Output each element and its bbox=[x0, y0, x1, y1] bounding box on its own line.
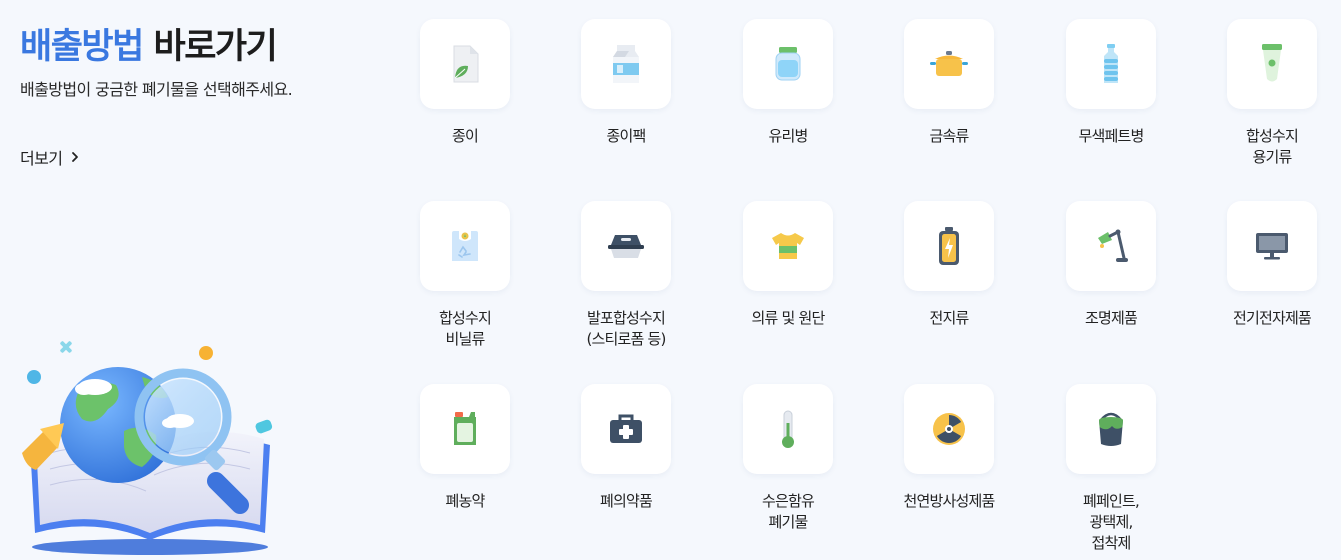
category-paper[interactable]: 종이 bbox=[395, 19, 535, 147]
category-styrofoam[interactable]: 발포합성수지 (스티로폼 등) bbox=[556, 201, 696, 350]
desk-lamp-icon bbox=[1098, 229, 1128, 262]
category-medicine[interactable]: 폐의약품 bbox=[556, 384, 696, 512]
category-card bbox=[904, 201, 994, 291]
category-label: 폐페인트, 광택제, 접착제 bbox=[1083, 492, 1140, 552]
category-grid: 종이 종이팩 유리병 금속류 무색페트병 합성수지 용기류 합성수지 비닐류 발… bbox=[0, 0, 1341, 560]
category-card bbox=[1066, 19, 1156, 109]
category-label: 종이팩 bbox=[606, 127, 646, 145]
radiation-icon bbox=[933, 413, 965, 445]
category-label: 수은함유 폐기물 bbox=[761, 492, 815, 531]
category-card bbox=[581, 19, 671, 109]
category-label: 조명제품 bbox=[1084, 309, 1138, 327]
thermometer-icon bbox=[782, 410, 794, 448]
medicine-kit-icon bbox=[610, 414, 642, 443]
category-label: 천연방사성제품 bbox=[903, 492, 995, 510]
category-card bbox=[1066, 201, 1156, 291]
category-card bbox=[1227, 201, 1317, 291]
category-label: 종이 bbox=[451, 127, 479, 145]
category-pesticide[interactable]: 폐농약 bbox=[395, 384, 535, 512]
category-card bbox=[743, 19, 833, 109]
plastic-bag-icon bbox=[452, 231, 478, 261]
category-lighting[interactable]: 조명제품 bbox=[1041, 201, 1181, 329]
category-battery[interactable]: 전지류 bbox=[879, 201, 1019, 329]
category-radioactive[interactable]: 천연방사성제품 bbox=[879, 384, 1019, 512]
battery-icon bbox=[939, 227, 959, 265]
category-label: 합성수지 용기류 bbox=[1245, 127, 1299, 166]
category-label: 합성수지 비닐류 bbox=[438, 309, 492, 348]
category-paint[interactable]: 폐페인트, 광택제, 접착제 bbox=[1041, 384, 1181, 554]
category-card bbox=[904, 19, 994, 109]
metal-pot-icon bbox=[930, 51, 968, 76]
glass-jar-icon bbox=[775, 47, 801, 81]
monitor-icon bbox=[1256, 233, 1288, 260]
pesticide-bottle-icon bbox=[454, 412, 476, 445]
category-pet-bottle[interactable]: 무색페트병 bbox=[1041, 19, 1181, 147]
category-label: 폐의약품 bbox=[599, 492, 653, 510]
category-card bbox=[743, 201, 833, 291]
category-card bbox=[420, 201, 510, 291]
category-card bbox=[743, 384, 833, 474]
styrofoam-box-icon bbox=[608, 235, 644, 258]
category-paper-pack[interactable]: 종이팩 bbox=[556, 19, 696, 147]
category-electronics[interactable]: 전기전자제품 bbox=[1202, 201, 1341, 329]
category-label: 발포합성수지 (스티로폼 등) bbox=[586, 309, 666, 348]
category-plastic-container[interactable]: 합성수지 용기류 bbox=[1202, 19, 1341, 168]
plastic-tube-icon bbox=[1262, 44, 1282, 82]
category-label: 의류 및 원단 bbox=[751, 309, 826, 327]
category-card bbox=[420, 384, 510, 474]
category-card bbox=[581, 384, 671, 474]
category-glass-bottle[interactable]: 유리병 bbox=[718, 19, 858, 147]
category-label: 전기전자제품 bbox=[1232, 309, 1312, 327]
category-card bbox=[1066, 384, 1156, 474]
category-label: 전지류 bbox=[929, 309, 969, 327]
category-label: 유리병 bbox=[768, 127, 808, 145]
category-card bbox=[581, 201, 671, 291]
category-card bbox=[420, 19, 510, 109]
category-metal[interactable]: 금속류 bbox=[879, 19, 1019, 147]
tshirt-icon bbox=[772, 233, 804, 259]
category-label: 무색페트병 bbox=[1078, 127, 1144, 145]
category-clothing[interactable]: 의류 및 원단 bbox=[718, 201, 858, 329]
category-card bbox=[904, 384, 994, 474]
milk-carton-icon bbox=[613, 45, 639, 83]
category-card bbox=[1227, 19, 1317, 109]
pet-bottle-icon bbox=[1104, 44, 1118, 83]
paint-bucket-icon bbox=[1099, 412, 1123, 446]
category-mercury[interactable]: 수은함유 폐기물 bbox=[718, 384, 858, 533]
category-label: 폐농약 bbox=[445, 492, 485, 510]
category-plastic-bag[interactable]: 합성수지 비닐류 bbox=[395, 201, 535, 350]
paper-icon bbox=[453, 45, 479, 83]
category-label: 금속류 bbox=[929, 127, 969, 145]
